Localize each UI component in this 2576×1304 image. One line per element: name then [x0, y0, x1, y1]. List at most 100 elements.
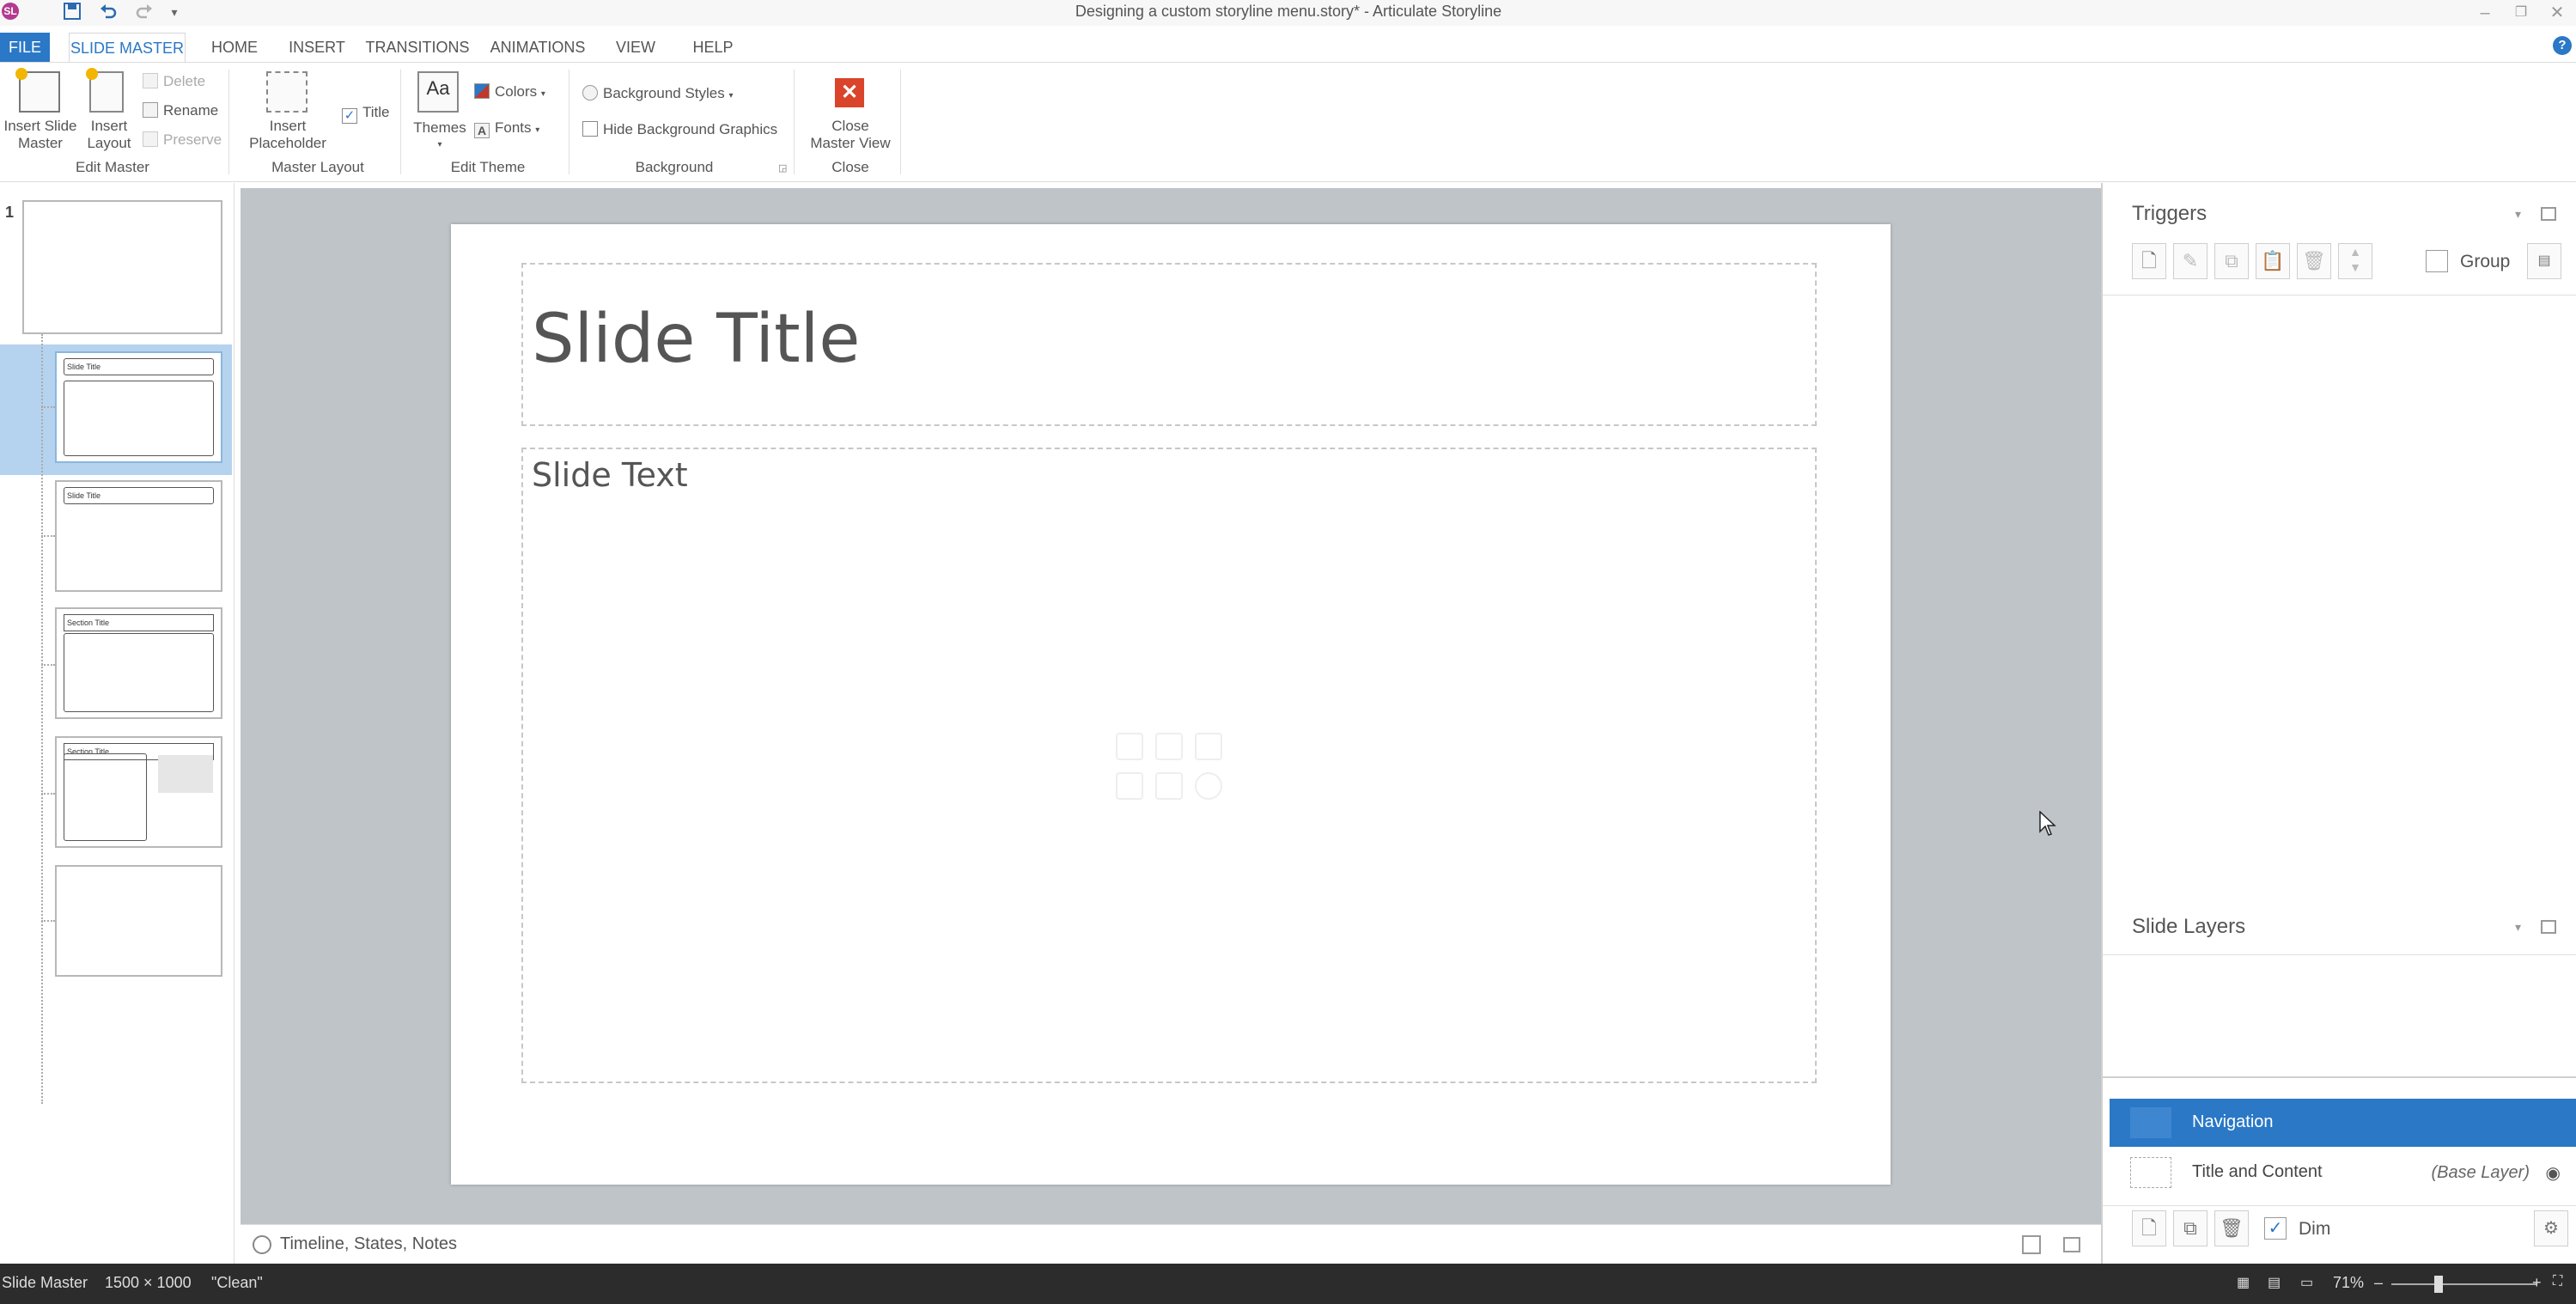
- save-icon[interactable]: [60, 2, 84, 24]
- slide-layers-pin-icon[interactable]: [2541, 920, 2556, 934]
- group-checkbox[interactable]: [2426, 250, 2448, 272]
- collapse-panel-icon[interactable]: [2063, 1237, 2080, 1252]
- edit-trigger-icon[interactable]: ✎: [2173, 243, 2208, 279]
- layout-thumbnail-body: [64, 753, 147, 841]
- close-master-view-icon[interactable]: ✕: [835, 78, 864, 107]
- tree-connector: [41, 793, 55, 795]
- tab-insert[interactable]: INSERT: [283, 33, 350, 62]
- layout-thumbnail[interactable]: Section Title: [55, 736, 222, 848]
- layer-settings-icon[interactable]: ⚙: [2534, 1210, 2568, 1246]
- title-placeholder-text: Slide Title: [532, 301, 860, 378]
- insert-character-icon[interactable]: [1116, 772, 1143, 800]
- fonts-label: Fonts: [495, 119, 532, 136]
- duplicate-layer-icon[interactable]: ⧉: [2173, 1210, 2208, 1246]
- rename-button[interactable]: Rename: [143, 102, 218, 119]
- slide-master-panel: 1 Slide Title Slide Title Section Title …: [0, 183, 234, 1264]
- variables-icon[interactable]: ▤: [2527, 243, 2561, 279]
- layout-thumbnail[interactable]: Slide Title: [55, 351, 222, 463]
- slide-layers-collapse-icon[interactable]: ▾: [2515, 920, 2521, 935]
- delete-trigger-icon[interactable]: 🗑: [2297, 243, 2331, 279]
- layer-row-navigation[interactable]: Navigation: [2110, 1099, 2576, 1147]
- redo-icon[interactable]: [132, 2, 156, 24]
- new-trigger-icon[interactable]: 🗋: [2132, 243, 2166, 279]
- timeline-label[interactable]: Timeline, States, Notes: [280, 1234, 457, 1254]
- text-placeholder[interactable]: Slide Text: [521, 448, 1817, 1083]
- status-size: 1500 × 1000: [105, 1274, 192, 1292]
- triggers-collapse-icon[interactable]: ▾: [2515, 207, 2521, 222]
- slide[interactable]: Slide Title Slide Text: [451, 224, 1891, 1185]
- layout-thumbnail[interactable]: Slide Title: [55, 480, 222, 592]
- fit-slide-icon[interactable]: ⛶: [2553, 1274, 2562, 1289]
- themes-button[interactable]: Themes▾: [407, 119, 472, 154]
- title-placeholder[interactable]: Slide Title: [521, 263, 1817, 426]
- timeline-bar[interactable]: Timeline, States, Notes: [241, 1224, 2101, 1264]
- insert-placeholder-button[interactable]: Insert Placeholder: [237, 118, 338, 152]
- insert-layout-icon[interactable]: [89, 71, 124, 113]
- fit-to-window-icon[interactable]: [2022, 1235, 2041, 1254]
- zoom-out-icon[interactable]: –: [2374, 1274, 2383, 1292]
- tab-home[interactable]: HOME: [203, 33, 266, 62]
- insert-chart-icon[interactable]: [1155, 733, 1183, 760]
- title-checkbox[interactable]: ✓Title: [342, 104, 390, 124]
- insert-slide-master-button[interactable]: Insert Slide Master: [0, 118, 81, 152]
- tab-help[interactable]: HELP: [685, 33, 740, 62]
- tab-view[interactable]: VIEW: [608, 33, 663, 62]
- close-icon[interactable]: ✕: [2544, 2, 2570, 24]
- layout-thumbnail[interactable]: [55, 865, 222, 977]
- tab-file[interactable]: FILE: [0, 33, 50, 62]
- paste-icon[interactable]: 📋: [2256, 243, 2290, 279]
- tab-slide-master[interactable]: SLIDE MASTER: [69, 33, 186, 62]
- group-edit-master: Edit Master: [0, 159, 225, 176]
- undo-icon[interactable]: [96, 2, 120, 24]
- customize-quick-access-icon[interactable]: ▾: [165, 2, 184, 24]
- ribbon-tabs: FILE SLIDE MASTER HOME INSERT TRANSITION…: [0, 33, 2576, 62]
- preview-view-icon[interactable]: ▭: [2300, 1274, 2313, 1291]
- copy-icon[interactable]: ⧉: [2214, 243, 2249, 279]
- layout-thumbnail[interactable]: Section Title: [55, 607, 222, 719]
- new-layer-icon[interactable]: 🗋: [2132, 1210, 2166, 1246]
- text-placeholder-text: Slide Text: [532, 456, 688, 494]
- tree-connector: [41, 535, 55, 537]
- help-icon[interactable]: ?: [2553, 36, 2572, 55]
- slide-view-icon[interactable]: ▤: [2268, 1274, 2281, 1291]
- insert-video-icon[interactable]: [1195, 772, 1222, 800]
- dim-checkbox[interactable]: ✓: [2264, 1217, 2287, 1240]
- layer-row-title-and-content[interactable]: Title and Content (Base Layer) ◉: [2110, 1149, 2576, 1197]
- delete-label: Delete: [163, 73, 205, 89]
- restore-icon[interactable]: ❐: [2508, 2, 2534, 24]
- preserve-label: Preserve: [163, 131, 222, 148]
- fonts-icon: A: [474, 123, 490, 138]
- insert-slide-master-icon[interactable]: [19, 71, 60, 113]
- normal-view-icon[interactable]: ▦: [2237, 1274, 2250, 1291]
- delete-layer-icon[interactable]: 🗑: [2214, 1210, 2249, 1246]
- eye-icon[interactable]: ◉: [2546, 1162, 2561, 1184]
- zoom-slider-handle[interactable]: [2434, 1276, 2443, 1293]
- move-trigger-icon[interactable]: ▲▼: [2338, 243, 2372, 279]
- colors-button[interactable]: Colors ▾: [474, 83, 545, 103]
- zoom-in-icon[interactable]: +: [2532, 1274, 2542, 1292]
- triggers-title: Triggers: [2132, 202, 2207, 226]
- tab-transitions[interactable]: TRANSITIONS: [364, 33, 471, 62]
- triggers-pin-icon[interactable]: [2541, 207, 2556, 221]
- themes-icon[interactable]: Aa: [417, 71, 459, 113]
- insert-layout-button[interactable]: Insert Layout: [79, 118, 139, 152]
- slide-master-thumbnail[interactable]: [22, 200, 222, 334]
- preserve-button[interactable]: Preserve: [143, 131, 222, 149]
- close-master-view-button[interactable]: Close Master View: [802, 118, 898, 152]
- background-styles-button[interactable]: Background Styles ▾: [582, 85, 734, 105]
- layer-name: Navigation: [2192, 1112, 2274, 1132]
- minimize-icon[interactable]: –: [2472, 2, 2498, 24]
- insert-table-icon[interactable]: [1116, 733, 1143, 760]
- tree-connector: [41, 920, 55, 922]
- zoom-slider[interactable]: [2391, 1283, 2537, 1285]
- insert-picture-icon[interactable]: [1155, 772, 1183, 800]
- background-dialog-launcher-icon[interactable]: ◲: [778, 162, 787, 174]
- tab-animations[interactable]: ANIMATIONS: [486, 33, 589, 62]
- insert-placeholder-label-2: Placeholder: [237, 135, 338, 152]
- insert-placeholder-icon[interactable]: [266, 71, 308, 113]
- timeline-icon: [253, 1235, 271, 1254]
- hide-background-graphics-checkbox[interactable]: Hide Background Graphics: [582, 121, 777, 138]
- insert-grid-icon[interactable]: [1195, 733, 1222, 760]
- fonts-button[interactable]: AFonts ▾: [474, 119, 539, 139]
- delete-button[interactable]: Delete: [143, 73, 205, 90]
